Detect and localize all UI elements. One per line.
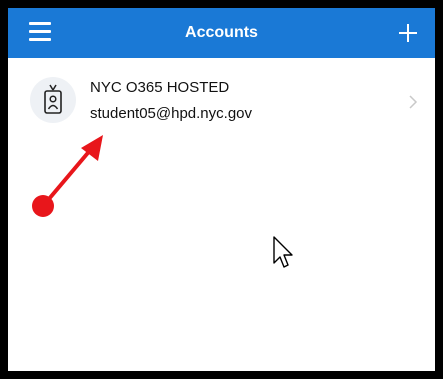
page-title: Accounts [185,24,258,41]
account-email: student05@hpd.nyc.gov [90,105,253,122]
plus-icon[interactable] [397,22,419,44]
id-badge-icon [44,84,62,114]
mouse-pointer-icon [273,236,293,268]
account-name: NYC O365 HOSTED [90,79,230,96]
header-bar: Accounts [8,8,435,58]
red-arrow-annotation [32,135,103,217]
account-avatar [30,77,76,123]
app-window: Accounts NYC O365 HOSTED student05@hpd.n… [0,0,443,379]
chevron-right-icon [409,95,418,109]
hamburger-menu-icon[interactable] [29,20,53,44]
